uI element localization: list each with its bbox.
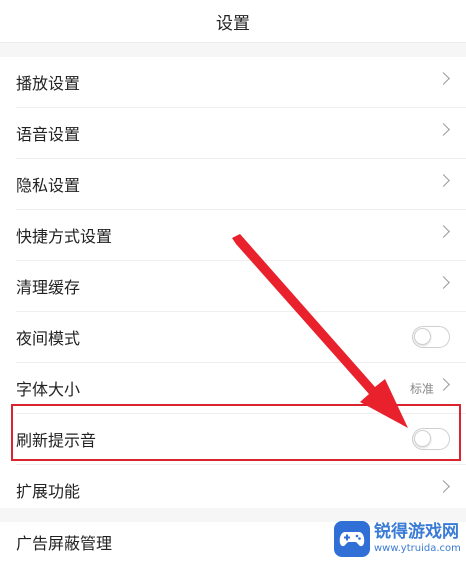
settings-item-label: 清理缓存	[16, 278, 81, 297]
settings-item-label: 语音设置	[16, 125, 81, 144]
page-title: 设置	[216, 13, 250, 34]
settings-item-label: 字体大小	[16, 380, 81, 399]
font-size-value: 标准	[409, 381, 434, 396]
refresh-sound-toggle[interactable]	[412, 428, 450, 450]
settings-item-clear-cache[interactable]: 清理缓存	[16, 261, 466, 312]
settings-item-label: 夜间模式	[16, 329, 81, 348]
settings-item-shortcuts[interactable]: 快捷方式设置	[16, 210, 466, 261]
night-mode-toggle[interactable]	[412, 326, 450, 348]
gamepad-logo-icon	[334, 521, 370, 557]
toggle-knob	[414, 430, 431, 447]
watermark-title: 锐得游戏网	[374, 522, 459, 542]
settings-item-privacy[interactable]: 隐私设置	[16, 159, 466, 210]
settings-screen: 设置 播放设置 语音设置 隐私设置 快捷方式设置 清理缓存 夜间模式 字体大小 …	[0, 0, 466, 568]
watermark-url: www.ytruida.com	[374, 543, 461, 554]
settings-item-label: 播放设置	[16, 74, 81, 93]
gamepad-icon	[339, 532, 365, 547]
settings-item-playback[interactable]: 播放设置	[16, 57, 466, 108]
settings-item-label: 隐私设置	[16, 176, 81, 195]
settings-item-night-mode: 夜间模式	[16, 312, 466, 363]
title-bar: 设置	[0, 0, 466, 43]
settings-item-label: 广告屏蔽管理	[16, 534, 113, 553]
settings-item-refresh-sound: 刷新提示音	[16, 414, 466, 465]
settings-item-label: 扩展功能	[16, 482, 81, 501]
settings-item-font-size[interactable]: 字体大小 标准	[16, 363, 466, 414]
settings-list: 播放设置 语音设置 隐私设置 快捷方式设置 清理缓存 夜间模式 字体大小 标准	[0, 57, 466, 515]
toggle-knob	[414, 328, 431, 345]
settings-item-voice[interactable]: 语音设置	[16, 108, 466, 159]
watermark: 锐得游戏网 www.ytruida.com	[334, 516, 462, 562]
section-divider	[0, 43, 466, 57]
settings-item-label: 刷新提示音	[16, 431, 97, 450]
settings-item-label: 快捷方式设置	[16, 227, 113, 246]
